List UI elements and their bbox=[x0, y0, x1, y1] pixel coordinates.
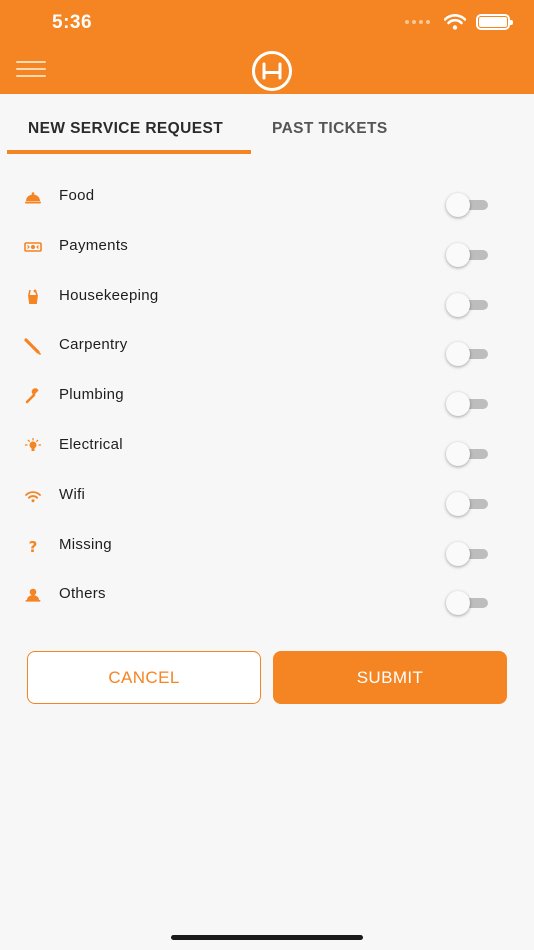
status-icons bbox=[405, 14, 513, 30]
service-label: Carpentry bbox=[59, 336, 128, 354]
carpentry-toggle[interactable] bbox=[446, 342, 490, 367]
battery-icon bbox=[476, 14, 513, 30]
question-mark-icon: ? bbox=[29, 538, 38, 555]
others-toggle[interactable] bbox=[446, 591, 490, 616]
housekeeping-bucket-icon bbox=[28, 289, 38, 304]
payments-ticket-icon bbox=[24, 241, 42, 252]
service-row-missing: ? Missing bbox=[0, 527, 534, 577]
active-tab-indicator bbox=[7, 150, 251, 154]
food-cloche-icon bbox=[25, 192, 41, 204]
others-person-icon bbox=[25, 589, 41, 602]
housekeeping-toggle[interactable] bbox=[446, 292, 490, 317]
hotel-bed-logo-icon bbox=[252, 51, 292, 91]
service-label: Missing bbox=[59, 535, 112, 553]
hamburger-menu-icon[interactable] bbox=[16, 61, 46, 79]
wifi-toggle[interactable] bbox=[446, 491, 490, 516]
electrical-bulb-icon bbox=[24, 437, 42, 451]
service-label: Wifi bbox=[59, 485, 86, 503]
service-row-electrical: Electrical bbox=[0, 427, 534, 477]
food-toggle[interactable] bbox=[446, 193, 490, 217]
service-row-food: Food bbox=[0, 178, 534, 228]
plumbing-wrench-icon bbox=[25, 388, 39, 404]
service-row-housekeeping: Housekeeping bbox=[0, 278, 534, 328]
service-label: Plumbing bbox=[59, 386, 124, 404]
wifi-icon bbox=[25, 491, 41, 503]
service-row-carpentry: Carpentry bbox=[0, 327, 534, 377]
service-label: Housekeeping bbox=[59, 286, 159, 304]
home-indicator bbox=[171, 935, 363, 940]
carpentry-saw-icon bbox=[24, 338, 41, 356]
tab-past-tickets[interactable]: PAST TICKETS bbox=[272, 120, 388, 138]
service-label: Electrical bbox=[59, 435, 123, 453]
service-label: Payments bbox=[59, 236, 129, 254]
service-row-plumbing: Plumbing bbox=[0, 377, 534, 427]
cellular-signal-icon bbox=[405, 20, 430, 24]
service-row-payments: Payments bbox=[0, 228, 534, 278]
service-label: Food bbox=[59, 187, 95, 204]
status-time: 5:36 bbox=[52, 12, 93, 33]
plumbing-toggle[interactable] bbox=[446, 392, 490, 417]
cancel-button[interactable]: CANCEL bbox=[27, 651, 261, 704]
payments-toggle[interactable] bbox=[446, 242, 490, 267]
electrical-toggle[interactable] bbox=[446, 441, 490, 466]
submit-button[interactable]: SUBMIT bbox=[273, 651, 507, 704]
service-list: Food Payments Housekeeping Carpentry Plu… bbox=[0, 178, 534, 626]
service-row-others: Others bbox=[0, 576, 534, 626]
wifi-status-icon bbox=[444, 14, 466, 30]
missing-toggle[interactable] bbox=[446, 541, 490, 566]
service-row-wifi: Wifi bbox=[0, 477, 534, 527]
request-tabs: NEW SERVICE REQUEST PAST TICKETS bbox=[0, 94, 534, 158]
app-header: 5:36 bbox=[0, 0, 534, 94]
service-label: Others bbox=[59, 585, 106, 603]
tab-new-service-request[interactable]: NEW SERVICE REQUEST bbox=[28, 120, 223, 138]
svg-text:?: ? bbox=[29, 538, 38, 555]
